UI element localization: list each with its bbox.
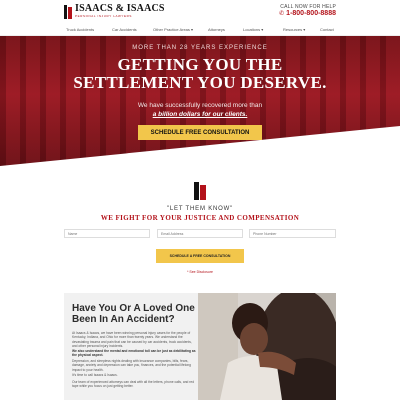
logo-name: ISAACS & ISAACS (75, 3, 165, 14)
schedule-consultation-button[interactable]: SCHEDULE FREE CONSULTATION (138, 125, 262, 140)
paragraph-intro: At Isaacs & Isaacs, we have been winning… (72, 331, 192, 348)
name-input[interactable] (64, 229, 150, 238)
nav-item-car-accidents[interactable]: Car Accidents (112, 27, 137, 32)
nav-item-other-practice-areas[interactable]: Other Practice Areas ▾ (153, 27, 193, 32)
paragraph-depression: Depression, and sleepless nights dealing… (72, 359, 191, 372)
logo[interactable]: ISAACS & ISAACS PERSONAL INJURY LAWYERS (64, 4, 165, 19)
phone-input[interactable] (249, 229, 336, 238)
hugging-people-photo (198, 293, 336, 400)
phone-link[interactable]: ✆ 1-800-800-8888 (279, 10, 336, 17)
disclosure-link[interactable]: * See Disclosure (0, 270, 400, 274)
logo-tagline: PERSONAL INJURY LAWYERS (75, 14, 132, 18)
section-kicker: "LET THEM KNOW" (166, 206, 234, 212)
nav-item-contact[interactable]: Contact (320, 27, 334, 32)
call-box: CALL NOW FOR HELP ✆ 1-800-800-8888 (279, 4, 336, 17)
paragraph-emotional: We also understand the mental and emotio… (72, 349, 196, 358)
brand-mark-icon (194, 182, 206, 200)
section-title: WE FIGHT FOR YOUR JUSTICE AND COMPENSATI… (100, 214, 300, 222)
logo-mark-icon (64, 4, 72, 19)
phone-number[interactable]: 1-800-800-8888 (286, 10, 336, 17)
main-nav: Truck Accidents Car Accidents Other Prac… (0, 24, 400, 36)
site-header: ISAACS & ISAACS PERSONAL INJURY LAWYERS … (0, 0, 400, 24)
paragraph-team: Our team of experienced attorneys can de… (72, 380, 195, 389)
hero-title: GETTING YOU THE SETTLEMENT YOU DESERVE. (0, 56, 400, 92)
hero-banner: MORE THAN 28 YEARS EXPERIENCE GETTING YO… (0, 36, 400, 166)
phone-icon: ✆ (279, 11, 285, 17)
nav-item-attorneys[interactable]: Attorneys (208, 27, 225, 32)
form-submit-button[interactable]: SCHEDULE A FREE CONSULTATION (156, 249, 244, 263)
nav-item-locations[interactable]: Locations ▾ (243, 27, 263, 32)
hero-sub-line2: a billion dollars for our clients. (152, 111, 248, 118)
accident-heading: Have You Or A Loved One Been In An Accid… (72, 303, 195, 325)
email-input[interactable] (157, 229, 243, 238)
paragraph-call: It's time to call Isaacs & Isaacs. (72, 373, 118, 377)
nav-item-truck-accidents[interactable]: Truck Accidents (66, 27, 94, 32)
hero-sub-line1: We have successfully recovered more than (137, 102, 263, 109)
hero-title-line1: GETTING YOU THE (117, 55, 283, 74)
hero-subtitle: We have successfully recovered more than… (0, 101, 400, 119)
nav-item-resources[interactable]: Resources ▾ (283, 27, 305, 32)
hero-title-line2: SETTLEMENT YOU DESERVE. (73, 73, 327, 92)
hero-kicker: MORE THAN 28 YEARS EXPERIENCE (132, 45, 268, 51)
accident-info-section: Have You Or A Loved One Been In An Accid… (64, 293, 336, 400)
